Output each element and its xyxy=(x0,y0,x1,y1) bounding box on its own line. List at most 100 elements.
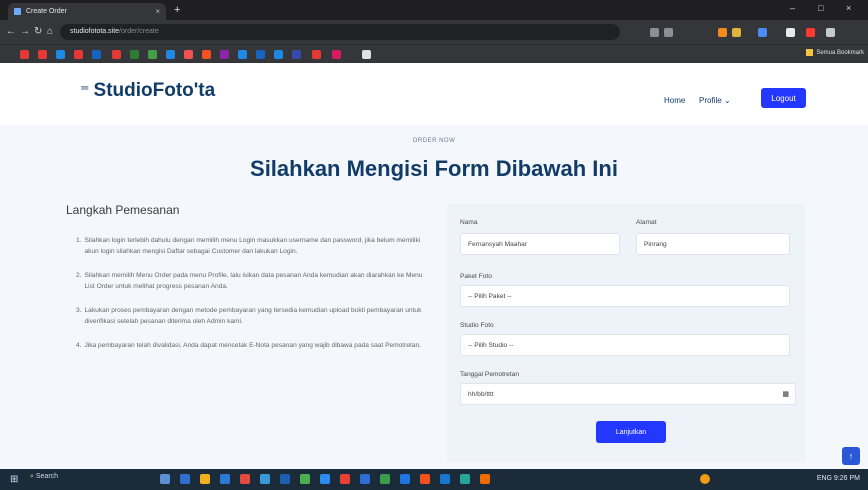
submit-button[interactable]: Lanjutkan xyxy=(596,421,666,443)
step-item: 2. Silahkan memilih Menu Order pada menu … xyxy=(76,270,434,292)
all-bookmarks-label: Semua Bookmark xyxy=(816,49,864,56)
nav-profile[interactable]: Profile ⌄ xyxy=(699,96,731,105)
taskbar-app-icon[interactable] xyxy=(320,474,330,484)
tanggal-input[interactable]: hh/bb/tttt ▦ xyxy=(460,383,796,405)
step-item: 1. Silahkan login terlebih dahulu dengan … xyxy=(76,235,434,257)
paket-select[interactable]: -- Pilih Paket -- xyxy=(460,285,790,307)
bookmark-icon[interactable] xyxy=(112,50,121,59)
bookmark-icon[interactable] xyxy=(38,50,47,59)
nav-profile-label: Profile xyxy=(699,96,722,105)
minimize-button[interactable]: – xyxy=(790,3,795,13)
extension-icon[interactable] xyxy=(650,28,659,37)
home-icon[interactable]: ⌂ xyxy=(47,26,53,37)
nama-label: Nama xyxy=(460,219,478,226)
taskbar-app-icon[interactable] xyxy=(480,474,490,484)
step-number: 2. xyxy=(76,272,82,279)
studio-select[interactable]: -- Pilih Studio -- xyxy=(460,334,790,356)
taskbar-app-icon[interactable] xyxy=(220,474,230,484)
step-text: Lakukan proses pembayaran dengan metode … xyxy=(84,307,422,325)
windows-start-icon[interactable]: ⊞ xyxy=(10,474,18,485)
taskbar-app-icon[interactable] xyxy=(200,474,210,484)
paket-label: Paket Foto xyxy=(460,273,492,280)
profile-avatar-icon[interactable] xyxy=(786,28,795,37)
chevron-down-icon: ⌄ xyxy=(723,96,731,105)
browser-tab[interactable]: Create Order × xyxy=(8,3,166,20)
bookmark-icon[interactable] xyxy=(274,50,283,59)
tanggal-label: Tanggal Pemotretan xyxy=(460,371,520,378)
taskbar-app-icon[interactable] xyxy=(460,474,470,484)
new-tab-button[interactable]: + xyxy=(174,3,180,17)
taskbar-app-icon[interactable] xyxy=(440,474,450,484)
url-field[interactable]: studiofotota.site/order/create xyxy=(60,24,620,40)
bookmark-icon[interactable] xyxy=(220,50,229,59)
step-item: 3. Lakukan proses pembayaran dengan metod… xyxy=(76,305,434,327)
taskbar-search-label: Search xyxy=(35,473,59,480)
extension-icon[interactable] xyxy=(732,28,741,37)
step-text: Silahkan memilih Menu Order pada menu Pr… xyxy=(84,272,423,290)
taskbar-app-icon[interactable] xyxy=(300,474,310,484)
logout-button[interactable]: Logout xyxy=(761,88,806,108)
nama-input[interactable]: Fernansyah Maahar xyxy=(460,233,620,255)
all-bookmarks[interactable]: Semua Bookmark xyxy=(806,49,864,56)
bookmark-icon[interactable] xyxy=(362,50,371,59)
bookmark-icon[interactable] xyxy=(292,50,301,59)
step-text: Silahkan login terlebih dahulu dengan me… xyxy=(84,237,421,255)
taskbar-app-icon[interactable] xyxy=(280,474,290,484)
step-item: 4. Jika pembayaran telah divalidasi, Anda… xyxy=(76,340,434,351)
bookmark-icon[interactable] xyxy=(92,50,101,59)
taskbar-app-icon[interactable] xyxy=(340,474,350,484)
bookmark-icon[interactable] xyxy=(74,50,83,59)
bookmark-icon[interactable] xyxy=(238,50,247,59)
bookmark-icon[interactable] xyxy=(256,50,265,59)
system-tray[interactable]: ENG 9:26 PM xyxy=(817,475,860,482)
extension-icon[interactable] xyxy=(758,28,767,37)
bookmark-icon[interactable] xyxy=(184,50,193,59)
favicon-icon xyxy=(14,8,21,15)
step-number: 1. xyxy=(76,237,82,244)
bookmark-icon[interactable] xyxy=(56,50,65,59)
studio-label: Studio Foto xyxy=(460,322,494,329)
bookmark-icon[interactable] xyxy=(332,50,341,59)
taskbar-app-icon[interactable] xyxy=(180,474,190,484)
back-icon[interactable]: ← xyxy=(6,26,16,37)
bookmark-icon[interactable] xyxy=(312,50,321,59)
tray-app-icon[interactable] xyxy=(700,474,710,484)
alamat-label: Alamat xyxy=(636,219,657,226)
taskbar-app-icon[interactable] xyxy=(240,474,250,484)
extension-icon[interactable] xyxy=(806,28,815,37)
bookmark-icon[interactable] xyxy=(166,50,175,59)
brand-logo[interactable]: ⁼ StudioFoto'ta xyxy=(80,80,215,102)
taskbar-app-icon[interactable] xyxy=(380,474,390,484)
step-text: Jika pembayaran telah divalidasi, Anda d… xyxy=(84,342,422,349)
step-number: 3. xyxy=(76,307,82,314)
brand-menu-icon: ⁼ xyxy=(80,80,90,101)
reload-icon[interactable]: ↻ xyxy=(34,26,42,37)
extension-icon[interactable] xyxy=(664,28,673,37)
forward-icon[interactable]: → xyxy=(20,26,30,37)
address-bar-row: ← → ↻ ⌂ studiofotota.site/order/create xyxy=(0,20,868,44)
alamat-input[interactable]: Pinrang xyxy=(636,233,790,255)
taskbar-app-icon[interactable] xyxy=(360,474,370,484)
taskbar-app-icon[interactable] xyxy=(400,474,410,484)
url-host: studiofotota.site xyxy=(70,28,120,35)
taskbar-search[interactable]: ⌕ Search xyxy=(30,473,58,481)
close-window-button[interactable]: × xyxy=(846,3,851,13)
extension-icon[interactable] xyxy=(718,28,727,37)
url-path: /order/create xyxy=(119,28,159,35)
maximize-button[interactable]: □ xyxy=(818,3,823,13)
folder-icon xyxy=(806,49,814,56)
taskbar-app-icon[interactable] xyxy=(160,474,170,484)
bookmark-icon[interactable] xyxy=(20,50,29,59)
taskbar-app-icon[interactable] xyxy=(420,474,430,484)
back-to-top-button[interactable]: ↑ xyxy=(842,447,860,465)
close-tab-icon[interactable]: × xyxy=(155,7,160,16)
bookmark-icon[interactable] xyxy=(130,50,139,59)
steps-list: 1. Silahkan login terlebih dahulu dengan … xyxy=(76,235,434,364)
bookmark-icon[interactable] xyxy=(202,50,211,59)
browser-tab-bar: Create Order × + – □ × xyxy=(0,0,868,20)
taskbar-app-icon[interactable] xyxy=(260,474,270,484)
bookmark-icon[interactable] xyxy=(148,50,157,59)
menu-icon[interactable] xyxy=(826,28,835,37)
calendar-icon[interactable]: ▦ xyxy=(782,390,789,398)
nav-home[interactable]: Home xyxy=(664,96,685,105)
